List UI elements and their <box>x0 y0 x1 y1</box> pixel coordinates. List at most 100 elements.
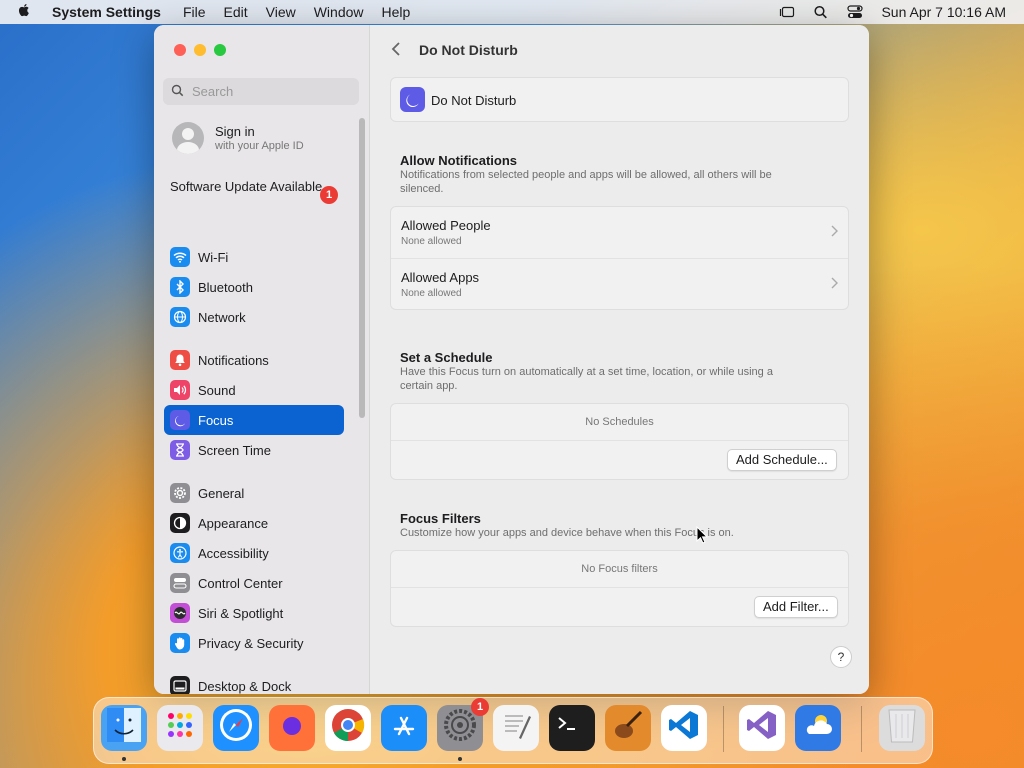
page-title: Do Not Disturb <box>419 42 518 58</box>
dock-app-finder[interactable] <box>101 705 147 751</box>
signin-subtitle: with your Apple ID <box>215 140 304 152</box>
dock-app-chrome[interactable] <box>325 705 371 751</box>
sidebar-item-privacy-security[interactable]: Privacy & Security <box>164 628 344 658</box>
allowed-apps-row[interactable]: Allowed Apps None allowed <box>391 259 848 309</box>
no-filters-label: No Focus filters <box>581 563 658 575</box>
menu-view[interactable]: View <box>266 4 296 20</box>
apple-id-signin[interactable]: Sign in with your Apple ID <box>172 122 304 154</box>
sidebar-scrollbar[interactable] <box>359 118 365 418</box>
hourglass-icon <box>170 440 190 460</box>
allowed-people-row[interactable]: Allowed People None allowed <box>391 207 848 259</box>
sidebar-item-siri-spotlight[interactable]: Siri & Spotlight <box>164 598 344 628</box>
gear-icon <box>170 483 190 503</box>
moon-icon <box>170 410 190 430</box>
sidebar-item-appearance[interactable]: Appearance <box>164 508 344 538</box>
back-button[interactable] <box>391 41 401 62</box>
filters-card: No Focus filters Add Filter... <box>390 550 849 627</box>
control-center-icon <box>170 573 190 593</box>
dock-separator <box>723 706 724 752</box>
menu-file[interactable]: File <box>183 4 206 20</box>
sidebar-item-label: Desktop & Dock <box>198 678 292 694</box>
schedule-desc: Have this Focus turn on automatically at… <box>400 366 773 392</box>
firefox-icon <box>274 707 310 749</box>
sidebar: Search Sign in with your Apple ID Softwa… <box>154 25 370 694</box>
sidebar-item-label: Appearance <box>198 515 269 531</box>
update-badge: 1 <box>320 186 338 204</box>
dock-app-launchpad[interactable] <box>157 705 203 751</box>
dock-app-garageband[interactable] <box>605 705 651 751</box>
sidebar-item-wi-fi[interactable]: Wi-Fi <box>164 242 344 272</box>
main-pane: Do Not Disturb Do Not Disturb Allow Noti… <box>370 25 869 694</box>
bluetooth-icon <box>170 277 190 297</box>
search-icon <box>171 84 184 100</box>
control-center-icon[interactable] <box>847 5 864 19</box>
dock-app-vs-code[interactable] <box>661 705 707 751</box>
system-settings-window: Search Sign in with your Apple ID Softwa… <box>154 25 869 694</box>
add-schedule-button[interactable]: Add Schedule... <box>727 449 837 471</box>
finder-icon <box>107 708 141 748</box>
sidebar-item-notifications[interactable]: Notifications <box>164 345 344 375</box>
sidebar-item-label: Network <box>198 309 246 325</box>
chrome-icon <box>330 707 366 749</box>
menu-window[interactable]: Window <box>314 4 364 20</box>
stage-manager-icon[interactable] <box>779 5 795 19</box>
dock-app-safari[interactable] <box>213 705 259 751</box>
menu-edit[interactable]: Edit <box>224 4 248 20</box>
dock: 1 <box>93 697 933 764</box>
zoom-button[interactable] <box>214 44 226 56</box>
allowed-people-sub: None allowed <box>401 236 462 247</box>
weather-icon <box>801 710 835 746</box>
hand-icon <box>170 633 190 653</box>
signin-title: Sign in <box>215 124 255 139</box>
sidebar-item-sound[interactable]: Sound <box>164 375 344 405</box>
software-update-item[interactable]: Software Update Available <box>170 179 340 195</box>
allow-notifications-desc: Notifications from selected people and a… <box>400 169 772 195</box>
focus-name-card[interactable]: Do Not Disturb <box>390 77 849 122</box>
close-button[interactable] <box>174 44 186 56</box>
garageband-icon <box>611 708 645 748</box>
menu-help[interactable]: Help <box>382 4 411 20</box>
dock-app-textedit[interactable] <box>493 705 539 751</box>
sidebar-item-label: Siri & Spotlight <box>198 605 284 621</box>
help-button[interactable]: ? <box>830 646 852 668</box>
safari-icon <box>218 707 254 749</box>
dock-app-weather[interactable] <box>795 705 841 751</box>
sidebar-item-focus[interactable]: Focus <box>164 405 344 435</box>
menu-bar: System Settings File Edit View Window He… <box>0 0 1024 24</box>
chevron-left-icon <box>391 42 400 56</box>
allow-notifications-title: Allow Notifications <box>400 153 517 168</box>
minimize-button[interactable] <box>194 44 206 56</box>
sidebar-item-general[interactable]: General <box>164 478 344 508</box>
allowed-people-title: Allowed People <box>401 218 491 233</box>
sidebar-item-network[interactable]: Network <box>164 302 344 332</box>
dock-app-firefox[interactable] <box>269 705 315 751</box>
sidebar-item-control-center[interactable]: Control Center <box>164 568 344 598</box>
terminal-icon <box>555 712 589 744</box>
no-schedules-label: No Schedules <box>585 416 654 428</box>
dock-app-visual-studio[interactable] <box>739 705 785 751</box>
sidebar-item-label: Focus <box>198 412 234 428</box>
dock-app-app-store[interactable] <box>381 705 427 751</box>
sidebar-item-desktop-dock[interactable]: Desktop & Dock <box>164 671 344 694</box>
avatar <box>172 122 204 154</box>
trash-icon <box>886 706 918 750</box>
menu-app-name[interactable]: System Settings <box>52 4 161 20</box>
chevron-right-icon <box>831 224 838 240</box>
menu-clock[interactable]: Sun Apr 7 10:16 AM <box>881 4 1006 20</box>
siri-icon <box>170 603 190 623</box>
bell-icon <box>170 350 190 370</box>
textedit-icon <box>499 708 533 748</box>
schedule-title: Set a Schedule <box>400 350 493 365</box>
sidebar-item-accessibility[interactable]: Accessibility <box>164 538 344 568</box>
allowed-apps-title: Allowed Apps <box>401 270 480 285</box>
dock-app-terminal[interactable] <box>549 705 595 751</box>
search-field[interactable]: Search <box>163 78 359 105</box>
sidebar-item-screen-time[interactable]: Screen Time <box>164 435 344 465</box>
wifi-icon <box>170 247 190 267</box>
apple-menu-icon[interactable] <box>16 2 36 23</box>
sidebar-item-bluetooth[interactable]: Bluetooth <box>164 272 344 302</box>
spotlight-search-icon[interactable] <box>813 5 829 19</box>
dock-app-system-settings[interactable]: 1 <box>437 698 489 751</box>
add-filter-button[interactable]: Add Filter... <box>754 596 838 618</box>
dock-app-trash[interactable] <box>879 705 925 751</box>
